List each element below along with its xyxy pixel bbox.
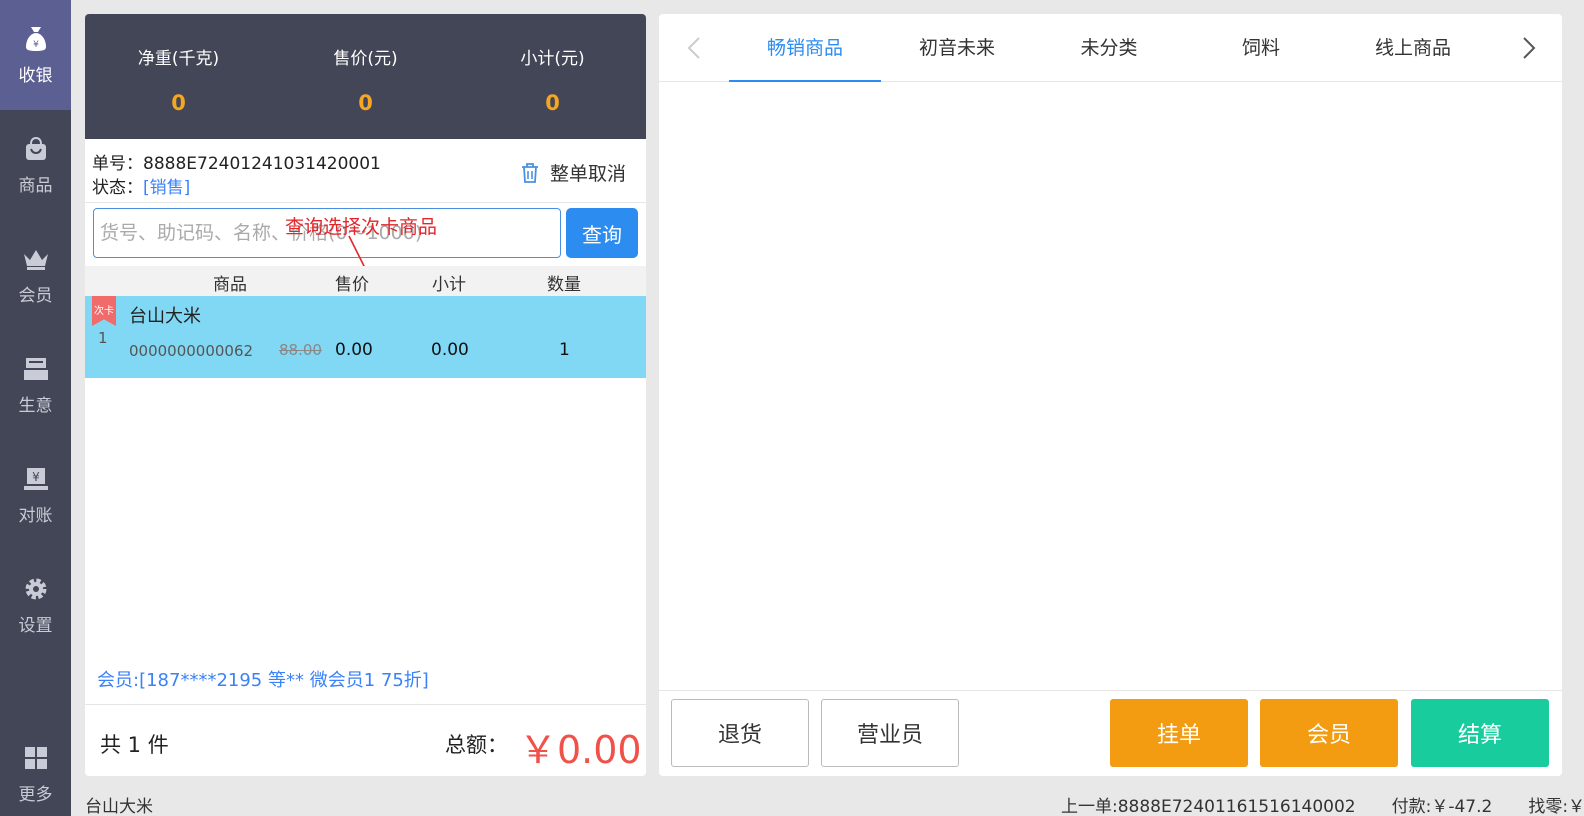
- header-product: 商品: [213, 275, 247, 295]
- tab-online-products[interactable]: 线上商品: [1337, 14, 1489, 82]
- member-info[interactable]: 会员:[187****2195 等** 微会员1 75折]: [97, 666, 429, 692]
- order-number-label: 单号：: [92, 154, 143, 174]
- weight-label: 净重(千克): [137, 49, 220, 69]
- cart-footer: 共 1 件 总额： ￥0.00: [85, 704, 646, 776]
- weight-value: 0: [171, 91, 186, 115]
- sidebar-label: 生意: [18, 395, 53, 416]
- sidebar-label: 收银: [18, 65, 53, 86]
- tab-feed[interactable]: 饲料: [1185, 14, 1337, 82]
- sidebar-item-reconcile[interactable]: ¥ 对账: [0, 440, 71, 550]
- hold-order-button[interactable]: 挂单: [1110, 699, 1248, 767]
- category-tabs: 畅销商品 初音未来 未分类 饲料 线上商品: [659, 14, 1562, 82]
- chevron-left-icon[interactable]: [683, 34, 707, 62]
- sidebar-item-business[interactable]: 生意: [0, 330, 71, 440]
- last-order: 上一单:8888E72401161516140002: [1061, 797, 1356, 816]
- row-index: 1: [98, 329, 108, 347]
- paid-amount: 付款:￥-47.2: [1391, 797, 1493, 816]
- register-icon: [22, 355, 50, 383]
- status-item-name: 台山大米: [85, 797, 153, 816]
- member-button[interactable]: 会员: [1260, 699, 1398, 767]
- sidebar-item-members[interactable]: 会员: [0, 220, 71, 330]
- price-summary: 售价(元) 0: [272, 44, 459, 115]
- table-header: 商品 售价 小计 数量: [85, 266, 646, 296]
- sidebar-item-cashier[interactable]: ¥ 收银: [0, 0, 71, 110]
- svg-text:¥: ¥: [33, 40, 39, 50]
- header-subtotal: 小计: [432, 275, 466, 295]
- money-bag-icon: ¥: [22, 25, 50, 53]
- product-code: 0000000000062: [129, 342, 254, 360]
- order-status: [销售]: [143, 178, 191, 198]
- shopping-bag-icon: [22, 135, 50, 163]
- table-row[interactable]: 次卡 1 台山大米 0000000000062 88.00 0.00 0.00 …: [85, 296, 646, 378]
- action-bar: 退货 营业员 挂单 会员 结算: [659, 690, 1562, 776]
- cancel-order-label: 整单取消: [549, 163, 626, 185]
- subtotal-value: 0: [545, 91, 560, 115]
- price-label: 售价(元): [333, 49, 398, 69]
- grid-icon: [22, 744, 50, 772]
- header-price: 售价: [335, 275, 369, 295]
- clerk-button[interactable]: 营业员: [821, 699, 959, 767]
- search-input[interactable]: [93, 208, 561, 258]
- sidebar-label: 设置: [18, 615, 53, 636]
- sidebar-item-settings[interactable]: 设置: [0, 550, 71, 660]
- status-bar: 台山大米 上一单:8888E72401161516140002 付款:￥-47.2…: [85, 790, 1584, 816]
- order-number-line: 单号：8888E72401241031420001: [92, 149, 381, 174]
- search-button[interactable]: 查询: [566, 208, 638, 258]
- order-status-label: 状态：: [92, 178, 143, 198]
- cancel-order-button[interactable]: 整单取消: [520, 159, 626, 186]
- subtotal-summary: 小计(元) 0: [459, 44, 646, 115]
- order-number: 8888E72401241031420001: [143, 154, 381, 174]
- total-amount: ￥0.00: [519, 728, 642, 772]
- product-panel: 畅销商品 初音未来 未分类 饲料 线上商品 退货 营业员 挂单 会员 结算: [659, 14, 1562, 776]
- order-status-line: 状态：[销售]: [92, 173, 190, 198]
- product-name: 台山大米: [129, 306, 201, 327]
- subtotal-label: 小计(元): [520, 49, 585, 69]
- sidebar-item-more[interactable]: 更多: [0, 728, 71, 816]
- change-amount: 找零:￥0: [1528, 797, 1584, 816]
- summary-bar: 净重(千克) 0 售价(元) 0 小计(元) 0: [85, 14, 646, 139]
- order-info: 单号：8888E72401241031420001 状态：[销售] 整单取消: [85, 139, 646, 203]
- row-subtotal: 0.00: [431, 340, 469, 360]
- count-card-badge: 次卡: [92, 296, 116, 326]
- item-count: 共 1 件: [100, 733, 169, 757]
- sale-price: 0.00: [335, 340, 373, 360]
- header-qty: 数量: [547, 275, 581, 295]
- search-row: 查询 查询选择次卡商品: [85, 204, 646, 290]
- sidebar-label: 商品: [18, 175, 53, 196]
- total-label: 总额：: [445, 733, 508, 757]
- checkout-button[interactable]: 结算: [1411, 699, 1549, 767]
- sidebar-label: 对账: [18, 505, 53, 526]
- product-grid: [659, 82, 1562, 690]
- row-quantity[interactable]: 1: [559, 340, 570, 360]
- price-value: 0: [358, 91, 373, 115]
- gear-icon: [22, 575, 50, 603]
- cart-panel: 净重(千克) 0 售价(元) 0 小计(元) 0 单号：8888E7240124…: [85, 14, 646, 776]
- status-info: 上一单:8888E72401161516140002 付款:￥-47.2 找零:￥0: [1061, 792, 1584, 816]
- chevron-right-icon[interactable]: [1516, 34, 1540, 62]
- tab-bestsellers[interactable]: 畅销商品: [729, 14, 881, 82]
- tab-uncategorized[interactable]: 未分类: [1033, 14, 1185, 82]
- sidebar-label: 会员: [18, 285, 53, 306]
- trash-icon: [521, 162, 538, 183]
- return-button[interactable]: 退货: [671, 699, 809, 767]
- weight-summary: 净重(千克) 0: [85, 44, 272, 115]
- svg-text:¥: ¥: [32, 470, 40, 484]
- crown-icon: [22, 245, 50, 273]
- original-price: 88.00: [279, 341, 322, 359]
- ledger-icon: ¥: [22, 465, 50, 493]
- sidebar-item-products[interactable]: 商品: [0, 110, 71, 220]
- sidebar: ¥ 收银 商品 会员 生意 ¥ 对账 设置 更多: [0, 0, 71, 816]
- sidebar-label: 更多: [18, 785, 53, 805]
- tab-hatsune-miku[interactable]: 初音未来: [881, 14, 1033, 82]
